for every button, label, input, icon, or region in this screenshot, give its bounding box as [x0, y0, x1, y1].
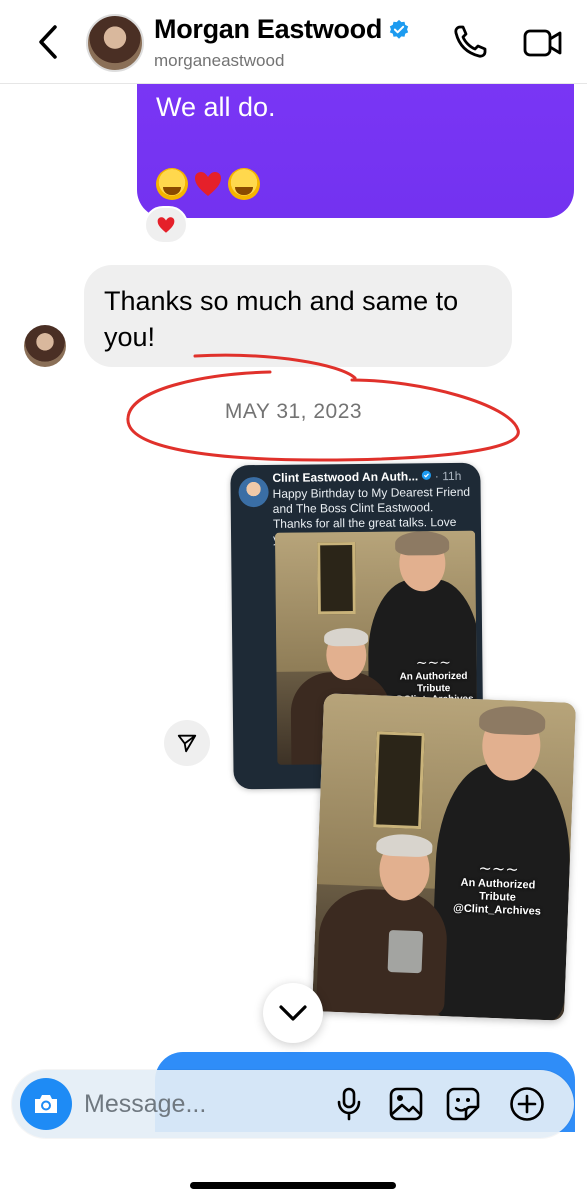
contact-name-row[interactable]: Morgan Eastwood [154, 14, 410, 45]
video-camera-icon[interactable] [522, 24, 564, 62]
share-button[interactable] [164, 720, 210, 766]
scroll-to-bottom-button[interactable] [263, 983, 323, 1043]
sender-avatar[interactable] [24, 325, 66, 367]
signature-graphic: ~~~ [415, 655, 452, 672]
message-text: We all do. [156, 92, 276, 122]
camera-button[interactable] [20, 1078, 72, 1130]
verified-badge-icon [389, 19, 409, 39]
post-account-avatar [238, 476, 269, 508]
red-heart-emoji-icon [192, 168, 224, 200]
message-text: Thanks so much and same to you! [104, 286, 459, 352]
gallery-icon[interactable] [387, 1085, 425, 1123]
send-icon [177, 734, 197, 753]
home-indicator [190, 1182, 396, 1189]
contact-avatar[interactable] [86, 14, 144, 72]
add-icon[interactable] [508, 1085, 546, 1123]
back-chevron-icon[interactable] [30, 22, 66, 62]
outgoing-message-bubble[interactable]: We all do. [137, 70, 574, 218]
contact-name: Morgan Eastwood [154, 14, 383, 44]
chevron-down-icon [279, 1005, 307, 1021]
post-age: · 11h [434, 468, 462, 484]
post-header: Clint Eastwood An Auth... · 11h [272, 469, 461, 485]
hugging-face-emoji-icon [156, 168, 188, 200]
heart-reaction-badge[interactable] [144, 206, 188, 244]
camera-icon [35, 1095, 57, 1113]
sticker-icon[interactable] [444, 1085, 482, 1123]
shared-photo: ~~~ An Authorized Tribute @Clint_Archive… [311, 693, 577, 1021]
date-divider: MAY 31, 2023 [224, 400, 363, 423]
chat-header: Morgan Eastwood morganeastwood [0, 0, 587, 84]
heart-icon [157, 217, 175, 233]
emoji-row [156, 168, 260, 200]
message-composer [12, 1070, 574, 1138]
phone-icon[interactable] [450, 22, 490, 62]
message-input[interactable] [84, 1084, 324, 1124]
microphone-icon[interactable] [330, 1085, 368, 1123]
contact-username: morganeastwood [154, 51, 285, 70]
verified-badge-icon [421, 470, 432, 480]
shared-photo-card[interactable]: ~~~ An Authorized Tribute @Clint_Archive… [311, 693, 577, 1021]
hugging-face-emoji-icon [228, 168, 260, 200]
post-account-name: Clint Eastwood An Auth... [272, 469, 419, 485]
